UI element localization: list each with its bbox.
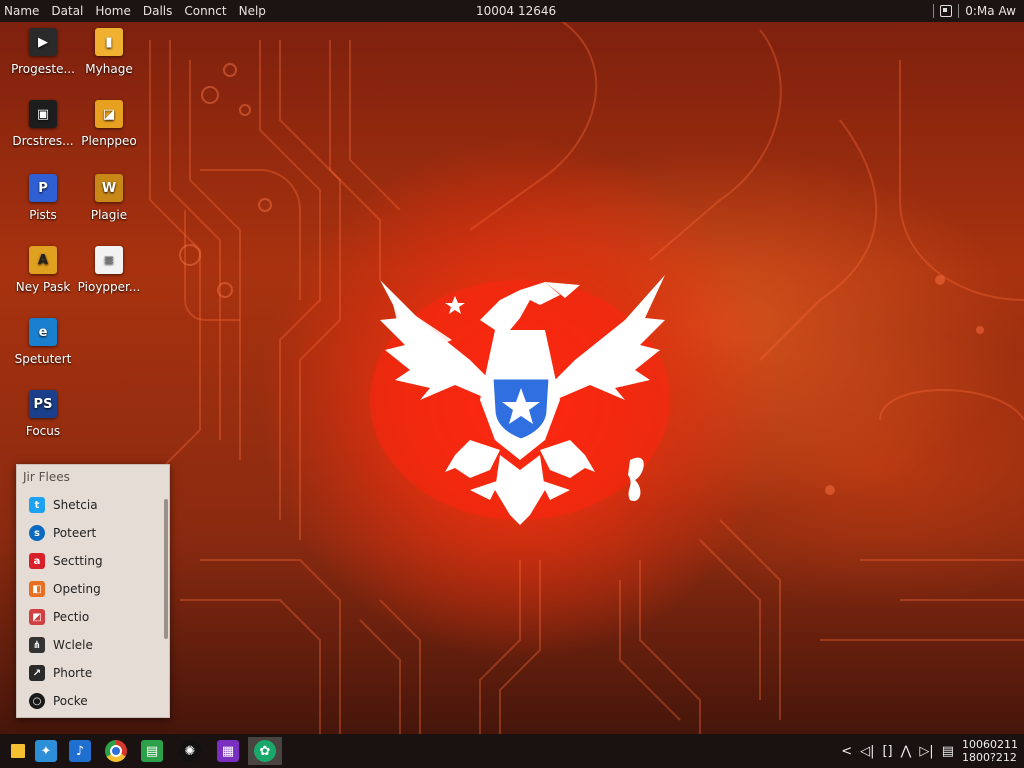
settings-icon: a (29, 553, 45, 569)
menubar-divider (933, 4, 935, 18)
share-icon: ⋔ (29, 637, 45, 653)
desktop-icon-label: Ney Pask (15, 280, 71, 294)
files-panel: Jir Flees t Shetcia s Poteert a Sectting… (16, 464, 170, 718)
store-icon: ♪ (69, 740, 91, 762)
twitter-icon: t (29, 497, 45, 513)
chrome-icon (105, 740, 127, 762)
volume-icon[interactable]: ◁| (860, 744, 874, 759)
menubar-clock: 10004 12646 (476, 4, 557, 18)
desktop-icon-label: Plagie (90, 208, 128, 222)
notification-icon[interactable] (940, 5, 953, 17)
clock-date: 1800?212 (962, 751, 1017, 764)
colors-icon: ◧ (29, 581, 45, 597)
list-item-label: Wclele (53, 638, 93, 652)
list-item-opeting[interactable]: ◧ Opeting (17, 575, 169, 603)
start-button[interactable] (4, 737, 32, 765)
share-icon[interactable]: < (841, 744, 852, 759)
start-icon (11, 744, 25, 758)
desktop-icon-progeste[interactable]: ▶ Progeste... (8, 28, 78, 76)
menubar-status-area: 0:Ma Aw (933, 0, 1016, 22)
network-icon[interactable]: ▷| (919, 744, 933, 759)
desktop-icon-label: Myhage (85, 62, 133, 76)
list-item-label: Poteert (53, 526, 97, 540)
desktop-icon-focus[interactable]: PS Focus (8, 390, 78, 438)
taskbar-app-photos[interactable]: ✦ (32, 737, 60, 765)
photoshop-icon: PS (29, 390, 57, 418)
desktop-icon-label: Plenppeo (81, 134, 137, 148)
eagle-emblem (370, 275, 670, 525)
list-item-label: Shetcia (53, 498, 98, 512)
desktop-icon-label: Drcstres... (12, 134, 74, 148)
list-item-pectio[interactable]: ◩ Pectio (17, 603, 169, 631)
desktop-icon-myhage[interactable]: ▮ Myhage (74, 28, 144, 76)
desktop-icon-pists[interactable]: P Pists (8, 174, 78, 222)
chrome-center-icon (110, 745, 122, 757)
list-item-sectting[interactable]: a Sectting (17, 547, 169, 575)
desktop-icon-label: Pists (29, 208, 57, 222)
list-item-shetcia[interactable]: t Shetcia (17, 491, 169, 519)
menu-datal[interactable]: Datal (45, 0, 89, 22)
folder-icon: ▮ (95, 28, 123, 56)
photos-icon: ✦ (35, 740, 57, 762)
files-panel-scrollbar[interactable] (164, 499, 168, 639)
list-item-phorte[interactable]: ↗ Phorte (17, 659, 169, 687)
taskbar-app-store[interactable]: ♪ (66, 737, 94, 765)
taskbar-app-xbox[interactable]: ✿ (248, 737, 282, 765)
chat-icon: s (29, 525, 45, 541)
desktop-icon-label: Focus (25, 424, 61, 438)
menu-connct[interactable]: Connct (178, 0, 232, 22)
gamepad-icon: P (29, 174, 57, 202)
xbox-icon: ✿ (254, 740, 276, 762)
spreadsheet-icon: ▤ (141, 740, 163, 762)
list-item-label: Sectting (53, 554, 103, 568)
battery-icon[interactable]: ▤ (942, 744, 954, 759)
menu-name[interactable]: Name (0, 0, 45, 22)
clock-time: 10060211 (962, 738, 1018, 751)
video-file-icon: ▶ (29, 28, 57, 56)
taskbar-app-spreadsheet[interactable]: ▤ (138, 737, 166, 765)
palette-icon: ◩ (29, 609, 45, 625)
system-tray: < ◁| [] ⋀ ▷| ▤ 10060211 1800?212 (841, 734, 1018, 768)
wifi-icon[interactable]: ⋀ (901, 744, 912, 759)
document-icon: A (29, 246, 57, 274)
list-item-label: Phorte (53, 666, 93, 680)
ring-icon: ○ (29, 693, 45, 709)
menubar-status-text[interactable]: 0:Ma Aw (965, 4, 1016, 18)
taskbar-app-terminal[interactable]: ✺ (176, 737, 204, 765)
desktop-icon-plenppeo[interactable]: ◪ Plenppeo (74, 100, 144, 148)
desktop-icon-plagie[interactable]: W Plagie (74, 174, 144, 222)
app-icon: e (29, 318, 57, 346)
desktop-icon-ney-pask[interactable]: A Ney Pask (8, 246, 78, 294)
desktop-icon-label: Pioypper... (77, 280, 141, 294)
files-panel-title: Jir Flees (23, 470, 70, 484)
menu-nelp[interactable]: Nelp (233, 0, 272, 22)
menu-dalls[interactable]: Dalls (137, 0, 179, 22)
menubar-divider (958, 4, 960, 18)
desktop-icon-spetutert[interactable]: e Spetutert (8, 318, 78, 366)
grid-app-icon: ▦ (217, 740, 239, 762)
list-item-pocke[interactable]: ○ Pocke (17, 687, 169, 715)
window-icon[interactable]: [] (882, 744, 892, 759)
phone-icon: ↗ (29, 665, 45, 681)
terminal-icon: ✺ (179, 740, 201, 762)
list-item-label: Pectio (53, 610, 90, 624)
image-icon: ◪ (95, 100, 123, 128)
image-file-icon: W (95, 174, 123, 202)
blank-file-icon: ≡ (95, 246, 123, 274)
list-item-label: Pocke (53, 694, 88, 708)
desktop-icon-label: Progeste... (11, 62, 75, 76)
menu-home[interactable]: Home (89, 0, 136, 22)
taskbar: ✦ ♪ ▤ ✺ ▦ ✿ < ◁| [] ⋀ ▷| ▤ 10060211 1800… (0, 734, 1024, 768)
top-menubar: Name Datal Home Dalls Connct Nelp 10004 … (0, 0, 1024, 22)
taskbar-app-chrome[interactable] (102, 737, 130, 765)
desktop-icon-pioypper[interactable]: ≡ Pioypper... (74, 246, 144, 294)
list-item-label: Opeting (53, 582, 101, 596)
desktop-icon-label: Spetutert (14, 352, 72, 366)
film-icon: ▣ (29, 100, 57, 128)
list-item-poteert[interactable]: s Poteert (17, 519, 169, 547)
desktop-icon-drcstres[interactable]: ▣ Drcstres... (8, 100, 78, 148)
taskbar-clock[interactable]: 10060211 1800?212 (962, 738, 1018, 764)
taskbar-app-grid[interactable]: ▦ (214, 737, 242, 765)
list-item-wclele[interactable]: ⋔ Wclele (17, 631, 169, 659)
